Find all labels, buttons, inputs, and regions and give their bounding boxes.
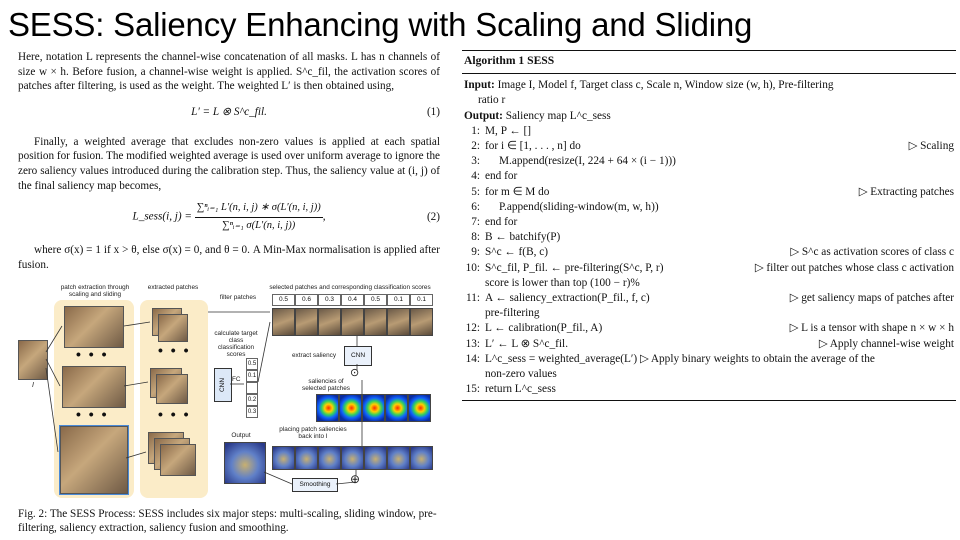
input-continuation: ratio r xyxy=(478,94,506,107)
algorithm-step-text: S^c_fil, P_fil. ← pre-filtering(S^c, P, … xyxy=(485,261,664,274)
algorithm-step-number: 4: xyxy=(471,170,480,183)
algorithm-step-text: L′ ← L ⊗ S^c_fil. xyxy=(485,337,569,350)
algorithm-step-number: 3: xyxy=(471,155,480,168)
algorithm-step-number: 9: xyxy=(471,246,480,259)
algorithm-step-number: 14: xyxy=(465,352,480,365)
paragraph-2: Finally, a weighted average that exclude… xyxy=(18,135,441,192)
equation-2-numerator: ∑ⁿᵢ₌₁ L′(n, i, j) ∗ σ(L′(n, i, j)) xyxy=(194,201,323,218)
algorithm-step-text: M, P ← [] xyxy=(485,124,532,137)
algorithm-step: 3: M.append(resize(I, 224 + 64 × (i − 1))… xyxy=(462,154,956,169)
algorithm-step-text: L^c_sess = weighted_average(L′) ▷ Apply … xyxy=(485,352,875,365)
equation-1-number: (1) xyxy=(426,105,440,118)
algorithm-step: 10: S^c_fil, P_fil. ← pre-filtering(S^c, … xyxy=(462,261,956,276)
algorithm-step-number: 1: xyxy=(471,124,480,137)
equation-2-lhs: L_sess(i, j) = xyxy=(132,210,192,223)
algorithm-step-text: S^c ← f(B, c) xyxy=(485,246,549,259)
equation-1: L′ = L ⊗ S^c_fil. (1) xyxy=(18,105,440,121)
algorithm-step: 12: L ← calibration(P_fil., A) ▷ L is a te… xyxy=(462,321,956,336)
algorithm-box: Algorithm 1 SESS Input: Image I, Model f… xyxy=(462,50,956,402)
paragraph-1: Here, notation L represents the channel-… xyxy=(18,51,440,93)
algorithm-step-text: pre-filtering xyxy=(485,307,540,320)
algorithm-step: 5: for m ∈ M do ▷ Extracting patches xyxy=(462,185,956,200)
output-label: Output: xyxy=(464,109,503,122)
algorithm-step-text: return L^c_sess xyxy=(485,383,556,396)
algorithm-step: 2: for i ∈ [1, . . . , n] do ▷ Scaling xyxy=(462,139,956,154)
equation-2-denominator: ∑ⁿᵢ₌₁ σ(L′(n, i, j)) xyxy=(222,219,296,231)
paragraph-3: where σ(x) = 1 if x > θ, else σ(x) = 0, … xyxy=(18,244,440,271)
algorithm-step: 4: end for xyxy=(462,169,956,184)
equation-2: L_sess(i, j) = ∑ⁿᵢ₌₁ L′(n, i, j) ∗ σ(L′(… xyxy=(18,201,440,235)
output-text: Saliency map L^c_sess xyxy=(505,109,611,122)
algorithm-step: 1: M, P ← [] xyxy=(462,124,956,139)
algorithm-step: 15: return L^c_sess xyxy=(462,382,956,397)
algorithm-step-text: non-zero values xyxy=(485,368,557,381)
algorithm-step-number: 8: xyxy=(471,231,480,244)
algorithm-step-comment: ▷ get saliency maps of patches after xyxy=(789,292,954,305)
equation-1-body: L′ = L ⊗ S^c_fil. xyxy=(191,105,267,118)
algorithm-step: 7: end for xyxy=(462,215,956,230)
algorithm-output: Output: Saliency map L^c_sess xyxy=(462,109,956,124)
algorithm-step: 8: B ← batchify(P) xyxy=(462,230,956,245)
algorithm-steps: 1: M, P ← [] 2: for i ∈ [1, . . . , n] do ▷ … xyxy=(462,124,956,398)
algorithm-step-number: 13: xyxy=(465,337,480,350)
algorithm-step: 14: L^c_sess = weighted_average(L′) ▷ App… xyxy=(462,352,956,367)
algorithm-step-number: 6: xyxy=(471,200,480,213)
algorithm-step: 9: S^c ← f(B, c) ▷ S^c as activation score… xyxy=(462,245,956,260)
algorithm-body: Input: Image I, Model f, Target class c,… xyxy=(462,74,956,397)
input-text: Image I, Model f, Target class c, Scale … xyxy=(497,79,834,92)
algorithm-step-comment: ▷ Apply channel-wise weight xyxy=(818,337,954,350)
equation-2-number: (2) xyxy=(426,211,440,224)
figure-caption: Fig. 2: The SESS Process: SESS includes … xyxy=(18,508,437,534)
algorithm-step-text: P.append(sliding-window(m, w, h)) xyxy=(499,200,659,213)
algorithm-input: Input: Image I, Model f, Target class c,… xyxy=(462,78,956,108)
algorithm-step-number: 15: xyxy=(465,383,480,396)
paper-text-column: Here, notation L represents the channel-… xyxy=(18,50,440,272)
algorithm-step: non-zero values xyxy=(462,367,956,382)
algorithm-step-number: 12: xyxy=(465,322,480,335)
algorithm-step-comment: ▷ S^c as activation scores of class c xyxy=(790,246,954,259)
algorithm-step-text: end for xyxy=(485,170,518,183)
algorithm-step-number: 2: xyxy=(471,140,480,153)
algorithm-step-text: A ← saliency_extraction(P_fil., f, c) xyxy=(485,292,650,305)
algorithm-step-number: 10: xyxy=(465,261,480,274)
algorithm-step-comment: ▷ filter out patches whose class c activ… xyxy=(754,261,954,274)
algorithm-step: pre-filtering xyxy=(462,306,956,321)
algorithm-step: 11: A ← saliency_extraction(P_fil., f, c)… xyxy=(462,291,956,306)
algorithm-step-comment: ▷ L is a tensor with shape n × w × h xyxy=(789,322,954,335)
algorithm-step-number: 7: xyxy=(471,216,480,229)
algorithm-step-number: 5: xyxy=(471,185,480,198)
figure-arrows xyxy=(45,311,363,485)
algorithm-bottom-rule xyxy=(462,400,956,402)
algorithm-step-text: score is lower than top (100 − r)% xyxy=(485,276,640,289)
algorithm-step-text: L ← calibration(P_fil., A) xyxy=(485,322,603,335)
algorithm-step-comment: ▷ Scaling xyxy=(908,140,954,153)
algorithm-step-text: B ← batchify(P) xyxy=(485,231,561,244)
algorithm-step-text: M.append(resize(I, 224 + 64 × (i − 1))) xyxy=(499,155,676,168)
algorithm-step-text: for m ∈ M do xyxy=(485,185,550,198)
algorithm-step: score is lower than top (100 − r)% xyxy=(462,276,956,291)
algorithm-step: 13: L′ ← L ⊗ S^c_fil. ▷ Apply channel-wise… xyxy=(462,337,956,352)
algorithm-step-text: for i ∈ [1, . . . , n] do xyxy=(485,140,581,153)
algorithm-title-text: Algorithm 1 SESS xyxy=(464,54,555,67)
slide-title: SESS: Saliency Enhancing with Scaling an… xyxy=(8,6,753,43)
algorithm-step-number: 11: xyxy=(465,292,480,305)
sess-process-figure: I patch extraction through scaling and s… xyxy=(16,282,440,500)
input-label: Input: xyxy=(464,79,495,92)
algorithm-title: Algorithm 1 SESS xyxy=(462,51,956,70)
algorithm-step-comment: ▷ Extracting patches xyxy=(858,185,954,198)
algorithm-step-text: end for xyxy=(485,216,518,229)
algorithm-step: 6: P.append(sliding-window(m, w, h)) xyxy=(462,200,956,215)
equation-2-fraction: ∑ⁿᵢ₌₁ L′(n, i, j) ∗ σ(L′(n, i, j)) ∑ⁿᵢ₌₁… xyxy=(194,201,323,233)
